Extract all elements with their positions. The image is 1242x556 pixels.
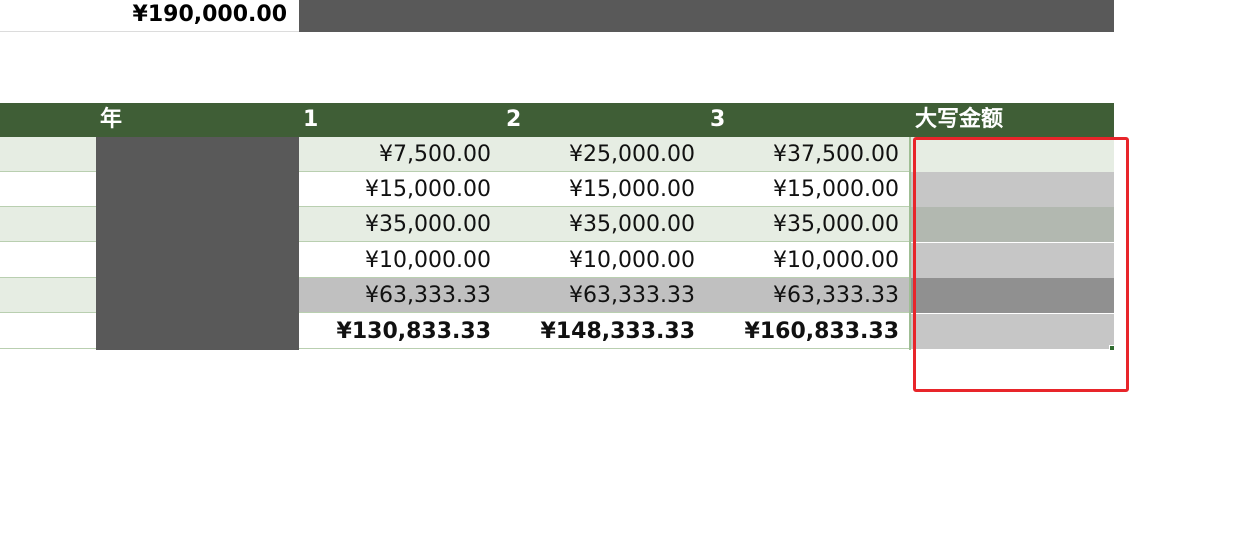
header-year[interactable]: 年 bbox=[100, 103, 122, 137]
cell-value[interactable]: ¥10,000.00 bbox=[503, 243, 703, 278]
cell-value[interactable]: ¥35,000.00 bbox=[503, 207, 703, 242]
cell-value[interactable]: ¥35,000.00 bbox=[707, 207, 907, 242]
dark-filled-cells[interactable] bbox=[299, 0, 1114, 32]
cell-total[interactable]: ¥148,333.33 bbox=[503, 314, 703, 349]
cell-value[interactable]: ¥15,000.00 bbox=[503, 172, 703, 207]
cell-total[interactable]: ¥130,833.33 bbox=[299, 314, 499, 349]
cell-value[interactable]: ¥35,000.00 bbox=[299, 207, 499, 242]
fill-handle[interactable] bbox=[1109, 345, 1115, 351]
header-amount-in-words[interactable]: 大写金额 bbox=[915, 103, 1003, 137]
cell-value[interactable]: ¥63,333.33 bbox=[707, 278, 907, 313]
cell-value[interactable]: ¥10,000.00 bbox=[299, 243, 499, 278]
red-highlight-box bbox=[913, 137, 1129, 392]
header-col-1[interactable]: 1 bbox=[303, 103, 318, 137]
header-col-2[interactable]: 2 bbox=[506, 103, 521, 137]
cell-value[interactable]: ¥63,333.33 bbox=[299, 278, 499, 313]
dark-filled-column[interactable] bbox=[96, 137, 299, 350]
cell-value[interactable]: ¥63,333.33 bbox=[503, 278, 703, 313]
cell-value[interactable]: ¥25,000.00 bbox=[503, 137, 703, 172]
header-col-3[interactable]: 3 bbox=[710, 103, 725, 137]
cell-value[interactable]: ¥37,500.00 bbox=[707, 137, 907, 172]
cell-total[interactable]: ¥160,833.33 bbox=[707, 314, 907, 349]
top-total-cell[interactable]: ¥190,000.00 bbox=[0, 0, 299, 32]
cell-value[interactable]: ¥15,000.00 bbox=[299, 172, 499, 207]
cell-value[interactable]: ¥15,000.00 bbox=[707, 172, 907, 207]
cell-value[interactable]: ¥7,500.00 bbox=[299, 137, 499, 172]
cell-value[interactable]: ¥10,000.00 bbox=[707, 243, 907, 278]
